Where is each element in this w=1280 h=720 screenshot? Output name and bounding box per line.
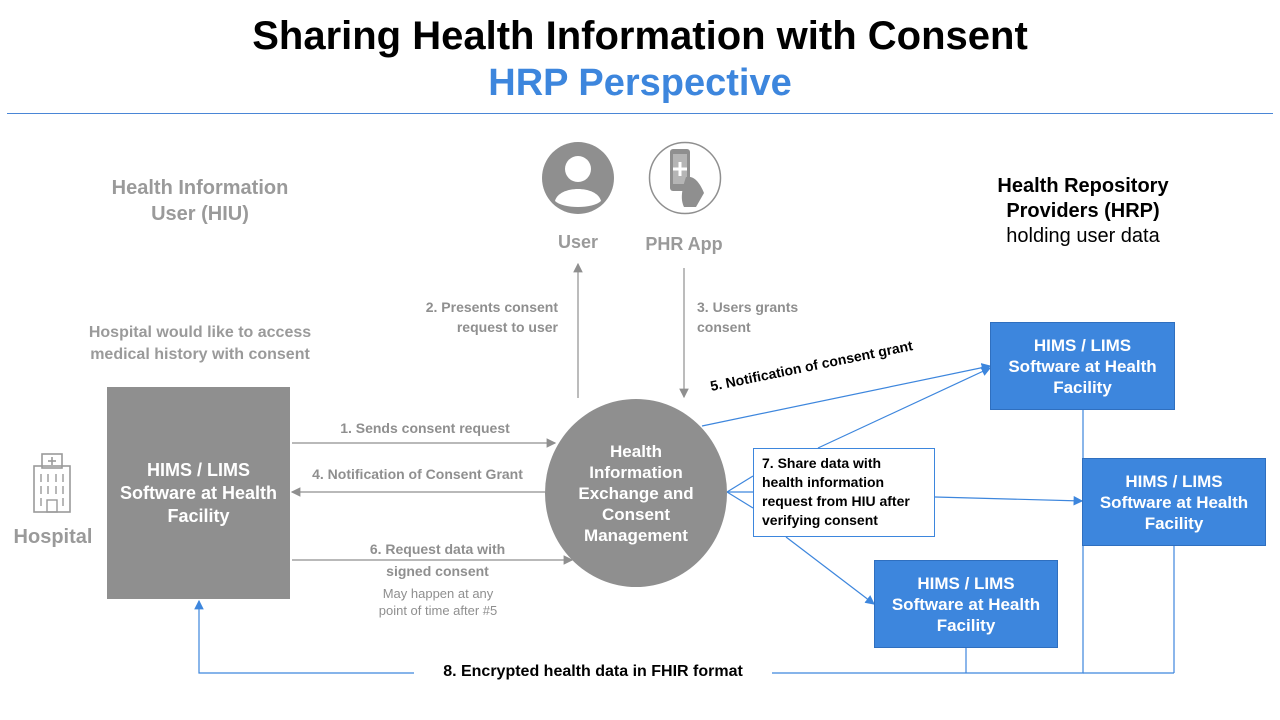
page-title: Sharing Health Information with Consent (252, 14, 1028, 58)
hiu-description-line1: Hospital would like to access (88, 324, 312, 341)
step-6-note-line2: point of time after #5 (378, 603, 498, 618)
step-6-note: May happen at any point of time after #5 (338, 585, 538, 619)
user-label: User (557, 232, 599, 252)
step-3-label: 3. Users grants consent (697, 297, 837, 337)
hospital-label: Hospital (13, 526, 93, 548)
hiu-heading: Health Information User (HIU) (111, 177, 289, 225)
step-8-label: 8. Encrypted health data in FHIR format (414, 663, 772, 681)
step-6-note-line1: May happen at any (382, 586, 494, 601)
hrp-software-label-2: HIMS / LIMS Software at Health Facility (1099, 471, 1249, 533)
step-4-label: 4. Notification of Consent Grant (312, 466, 523, 482)
step-7-box: 7. Share data with health information re… (753, 448, 935, 537)
connector-7-a (726, 475, 754, 493)
hrp-software-box-1: HIMS / LIMS Software at Health Facility (990, 322, 1175, 410)
user-icon (541, 141, 615, 220)
hospital-icon (28, 452, 76, 519)
arrow-step-7-bottom (785, 536, 875, 605)
page-subtitle: HRP Perspective (488, 62, 792, 104)
hiu-software-label: HIMS / LIMS Software at Health Facility (119, 459, 278, 526)
step-1-label: 1. Sends consent request (340, 420, 510, 436)
phr-app-icon (648, 141, 722, 220)
hrp-heading: Health Repository Providers (HRP) (997, 175, 1169, 222)
hrp-subheading: holding user data (1006, 225, 1160, 247)
hrp-heading-block: Health Repository Providers (HRP) holdin… (970, 174, 1196, 249)
step-2-label: 2. Presents consent request to user (410, 297, 558, 337)
arrow-step-7-top (817, 367, 992, 449)
step-3-line1: 3. Users grants (697, 299, 799, 315)
phr-app-label: PHR App (645, 234, 723, 254)
step-2-line2: request to user (456, 319, 558, 335)
hrp-software-label-1: HIMS / LIMS Software at Health Facility (1008, 335, 1157, 397)
header-divider (7, 113, 1273, 114)
step-3-line2: consent (697, 319, 751, 335)
hie-cm-label: Health Information Exchange and Consent … (578, 441, 694, 545)
hiu-description: Hospital would like to access medical hi… (60, 322, 340, 366)
hie-cm-circle: Health Information Exchange and Consent … (545, 399, 727, 587)
step-2-line1: 2. Presents consent (425, 299, 558, 315)
hrp-software-box-2: HIMS / LIMS Software at Health Facility (1082, 458, 1266, 546)
hiu-description-line2: medical history with consent (90, 346, 310, 363)
hiu-software-box: HIMS / LIMS Software at Health Facility (107, 387, 290, 599)
connector-7-c (726, 491, 754, 509)
step-6-line1: 6. Request data with (369, 541, 506, 557)
hrp-software-box-3: HIMS / LIMS Software at Health Facility (874, 560, 1058, 648)
step-6-line2: signed consent (386, 563, 489, 579)
arrow-step-7-right (934, 495, 1084, 506)
step-6-label: 6. Request data with signed consent (330, 538, 545, 582)
hrp-software-label-3: HIMS / LIMS Software at Health Facility (891, 573, 1041, 635)
